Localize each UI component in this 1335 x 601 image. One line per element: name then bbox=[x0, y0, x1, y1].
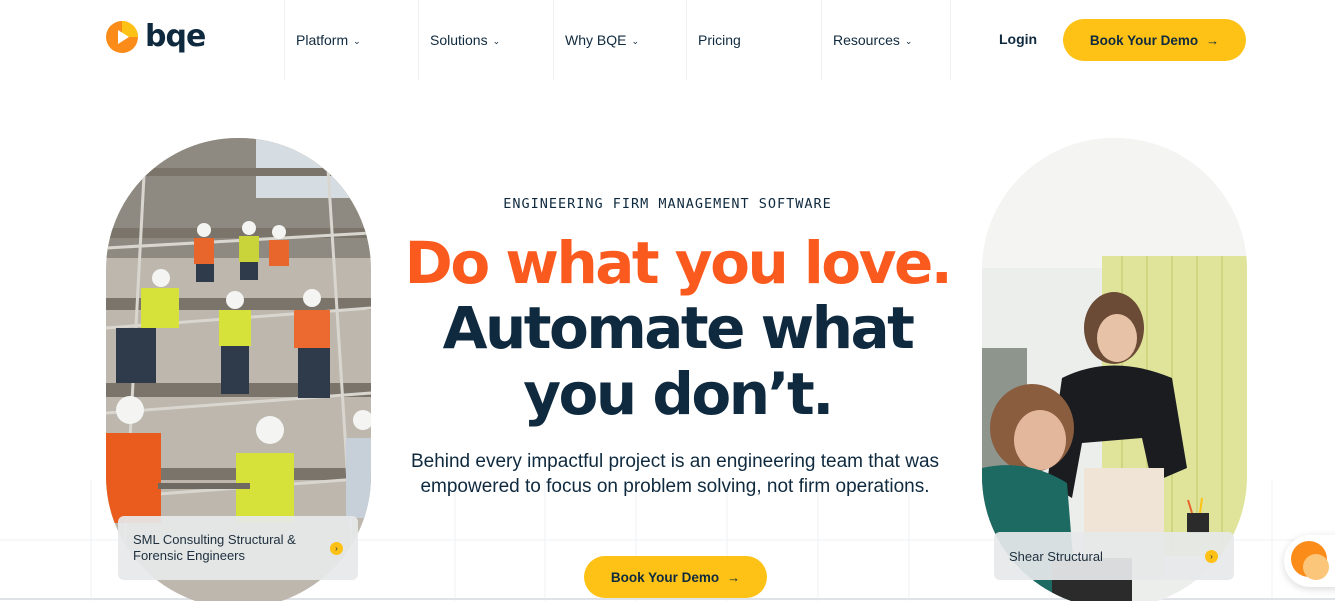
nav-label: Pricing bbox=[698, 32, 741, 48]
arrow-right-icon: → bbox=[727, 569, 741, 585]
caption-sml-consulting[interactable]: SML Consulting Structural & Forensic Eng… bbox=[118, 516, 358, 580]
chevron-right-icon: › bbox=[330, 542, 343, 555]
arrow-right-icon: → bbox=[1206, 32, 1220, 48]
nav-label: Resources bbox=[833, 32, 900, 48]
chevron-down-icon: ⌄ bbox=[631, 35, 640, 46]
chevron-down-icon: ⌄ bbox=[492, 35, 501, 46]
nav-solutions[interactable]: Solutions ⌄ bbox=[418, 0, 553, 80]
hero-eyebrow: ENGINEERING FIRM MANAGEMENT SOFTWARE bbox=[503, 196, 832, 212]
nav-resources[interactable]: Resources ⌄ bbox=[821, 0, 951, 80]
nav-pricing[interactable]: Pricing bbox=[686, 0, 821, 80]
hero-headline-orange: Do what you love. bbox=[404, 229, 953, 297]
site-header: bqe Platform ⌄ Solutions ⌄ Why BQE ⌄ Pri… bbox=[0, 0, 1335, 80]
bqe-logo[interactable]: bqe bbox=[105, 19, 206, 54]
caption-text: Shear Structural bbox=[1009, 548, 1103, 564]
nav-label: Why BQE bbox=[565, 32, 627, 48]
chevron-down-icon: ⌄ bbox=[353, 35, 361, 46]
nav-platform[interactable]: Platform ⌄ bbox=[284, 0, 418, 80]
hero-lead: Behind every impactful project is an eng… bbox=[410, 451, 940, 497]
login-link[interactable]: Login bbox=[999, 31, 1037, 47]
hero-headline-line2: Automate what bbox=[442, 294, 915, 362]
nav-label: Solutions bbox=[430, 32, 488, 48]
book-demo-hero-button[interactable]: Book Your Demo → bbox=[584, 556, 767, 598]
book-demo-header-button[interactable]: Book Your Demo → bbox=[1063, 19, 1246, 61]
chevron-right-icon: › bbox=[1205, 550, 1218, 563]
main-nav: Platform ⌄ Solutions ⌄ Why BQE ⌄ Pricing… bbox=[284, 0, 951, 80]
button-label: Book Your Demo bbox=[1089, 32, 1199, 48]
caption-text: SML Consulting Structural & Forensic Eng… bbox=[133, 532, 296, 563]
chat-bubble-icon[interactable] bbox=[1284, 535, 1335, 587]
button-label: Book Your Demo bbox=[610, 569, 720, 585]
hero-headline-line3: you don’t. bbox=[523, 360, 834, 428]
caption-shear-structural[interactable]: Shear Structural › bbox=[994, 532, 1234, 580]
play-logo-icon bbox=[106, 21, 138, 53]
nav-label: Platform bbox=[296, 32, 349, 48]
chat-bubble-front bbox=[1303, 554, 1329, 580]
logo-text: bqe bbox=[145, 19, 206, 54]
nav-why-bqe[interactable]: Why BQE ⌄ bbox=[553, 0, 686, 80]
chevron-down-icon: ⌄ bbox=[904, 35, 913, 46]
